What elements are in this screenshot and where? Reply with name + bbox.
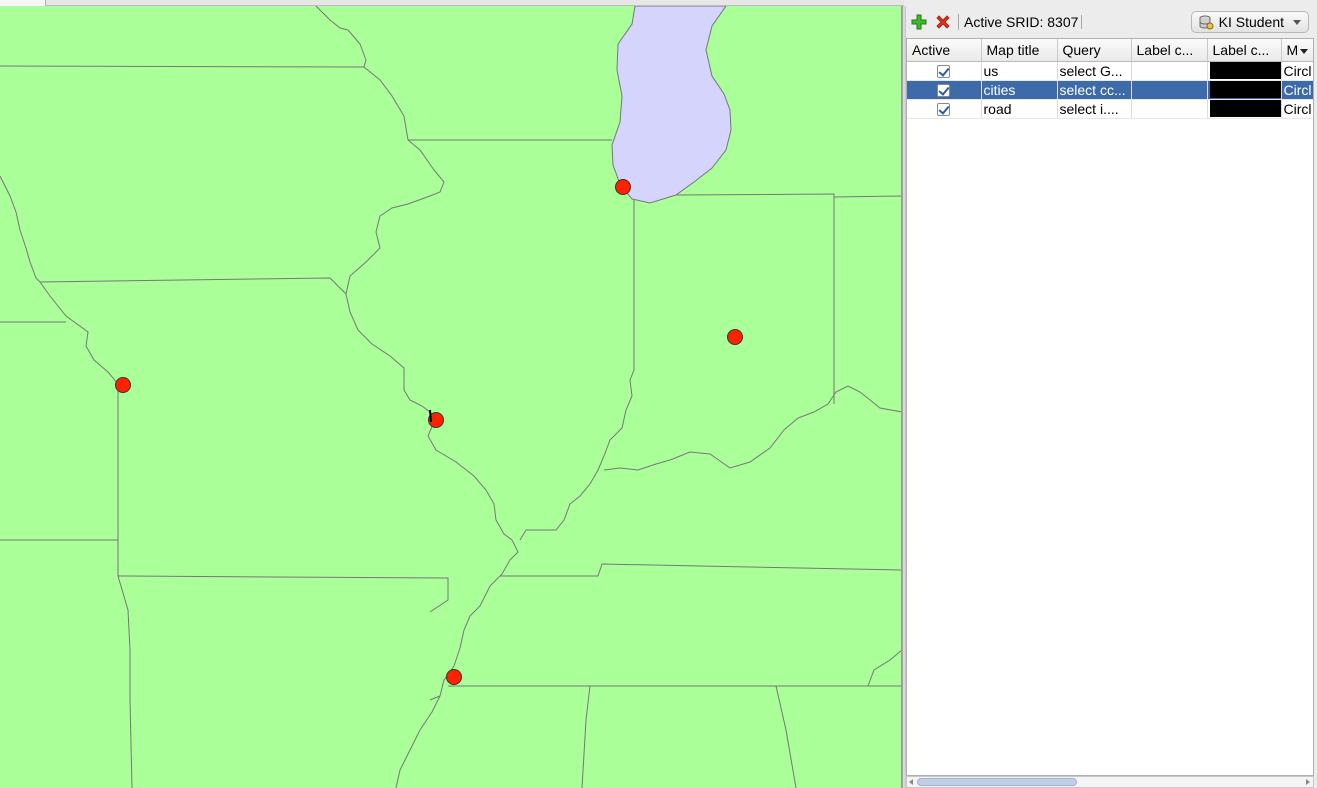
- column-header-marker[interactable]: M: [1281, 39, 1313, 62]
- column-header-active[interactable]: Active: [907, 39, 982, 62]
- chevron-down-icon: [1293, 20, 1301, 25]
- marker-cell[interactable]: Circl: [1281, 80, 1313, 100]
- table-header-row: Active Map title Query Label c... Label …: [907, 39, 1313, 62]
- layers-table: Active Map title Query Label c... Label …: [907, 39, 1313, 119]
- label-color-cell[interactable]: [1207, 99, 1282, 119]
- active-checkbox[interactable]: [937, 103, 951, 117]
- label-column-cell[interactable]: [1131, 99, 1208, 119]
- active-srid-label: Active SRID: 8307: [964, 14, 1079, 30]
- scrollbar-thumb[interactable]: [917, 778, 1077, 786]
- active-cell[interactable]: [907, 99, 982, 119]
- city-markers: [115, 179, 743, 685]
- horizontal-scrollbar[interactable]: [906, 776, 1314, 788]
- remove-layer-button[interactable]: [932, 11, 954, 33]
- column-header-query[interactable]: Query: [1057, 39, 1132, 62]
- connection-dropdown[interactable]: KI Student: [1190, 11, 1309, 33]
- map-title-cell[interactable]: road: [981, 99, 1058, 119]
- column-header-map-title[interactable]: Map title: [981, 39, 1058, 62]
- marker-cell[interactable]: Circl: [1281, 61, 1313, 81]
- database-icon: [1199, 15, 1214, 30]
- label-color-swatch: [1209, 81, 1280, 98]
- column-header-marker-label: M: [1286, 41, 1299, 58]
- city-marker-indianapolis[interactable]: [727, 329, 743, 345]
- query-cell[interactable]: select i....: [1057, 99, 1132, 119]
- layers-panel: Active SRID: 8307 KI Student Active Map …: [906, 6, 1317, 788]
- label-column-cell[interactable]: [1131, 61, 1208, 81]
- road-line: [429, 409, 432, 423]
- table-row[interactable]: road select i.... Circl: [907, 99, 1313, 119]
- label-color-swatch: [1209, 100, 1280, 117]
- chevron-down-icon[interactable]: [1300, 48, 1309, 54]
- city-marker-chicago[interactable]: [615, 179, 631, 195]
- marker-cell[interactable]: Circl: [1281, 99, 1313, 119]
- map-canvas[interactable]: [0, 6, 902, 788]
- x-icon: [936, 15, 950, 29]
- label-color-swatch: [1209, 62, 1280, 79]
- lake-michigan: [611, 6, 732, 204]
- map-svg: [0, 6, 901, 788]
- city-marker-kansas-city[interactable]: [115, 377, 131, 393]
- scroll-right-icon[interactable]: [1306, 779, 1310, 785]
- map-title-cell[interactable]: us: [981, 61, 1058, 81]
- table-row[interactable]: cities select cc... Circl: [907, 80, 1313, 100]
- map-title-cell[interactable]: cities: [981, 80, 1058, 100]
- active-cell[interactable]: [907, 61, 982, 81]
- label-color-cell[interactable]: [1207, 80, 1282, 100]
- column-header-label-column[interactable]: Label c...: [1131, 39, 1208, 62]
- add-layer-button[interactable]: [908, 11, 930, 33]
- active-checkbox[interactable]: [937, 65, 951, 79]
- city-marker-memphis[interactable]: [446, 669, 462, 685]
- table-row[interactable]: us select G... Circl: [907, 61, 1313, 81]
- query-cell[interactable]: select G...: [1057, 61, 1132, 81]
- active-checkbox[interactable]: [937, 84, 951, 98]
- layers-table-container: Active Map title Query Label c... Label …: [906, 38, 1314, 776]
- active-cell[interactable]: [907, 80, 982, 100]
- connection-label: KI Student: [1218, 14, 1284, 30]
- app-window: Active SRID: 8307 KI Student Active Map …: [0, 0, 1317, 788]
- label-color-cell[interactable]: [1207, 61, 1282, 81]
- column-header-label-color[interactable]: Label c...: [1207, 39, 1282, 62]
- plus-icon: [911, 14, 927, 30]
- query-cell[interactable]: select cc...: [1057, 80, 1132, 100]
- scroll-left-icon[interactable]: [909, 779, 913, 785]
- layers-toolbar: Active SRID: 8307 KI Student: [906, 6, 1317, 38]
- toolbar-separator-2: [1081, 15, 1083, 29]
- toolbar-separator: [958, 14, 959, 30]
- label-column-cell[interactable]: [1131, 80, 1208, 100]
